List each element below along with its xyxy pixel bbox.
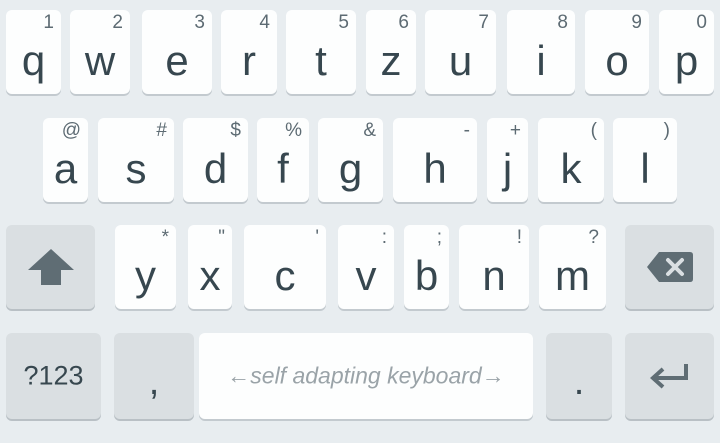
symbols-key-label: ?123 [23,360,84,391]
key-hint: ' [315,227,319,248]
key-o[interactable]: 9 o [585,10,649,94]
key-j[interactable]: + j [487,118,528,202]
key-hint: & [363,120,376,141]
key-hint: 2 [112,12,123,33]
key-label: h [423,145,447,192]
key-hint: ) [663,120,670,141]
key-label: l [640,145,650,192]
key-c[interactable]: ' c [244,225,326,309]
symbols-key[interactable]: ?123 [6,333,101,419]
key-z[interactable]: 6 z [366,10,416,94]
soft-keyboard: 1 q 2 w 3 e 4 r 5 t 6 z 7 u 8 i 9 o 0 p … [0,0,720,443]
comma-key[interactable]: , [114,333,194,419]
key-label: a [53,145,78,192]
key-e[interactable]: 3 e [142,10,212,94]
key-label: p [674,37,699,84]
shift-key[interactable] [6,225,95,309]
shift-arrow-icon [27,249,74,285]
key-hint: 9 [631,12,642,33]
key-hint: # [156,120,167,141]
key-x[interactable]: " x [188,225,232,309]
key-label: d [203,145,228,192]
key-q[interactable]: 1 q [6,10,61,94]
key-hint: 1 [43,12,54,33]
key-label: i [536,37,546,84]
key-hint: ( [590,120,597,141]
key-p[interactable]: 0 p [659,10,714,94]
key-hint: * [161,227,169,248]
key-hint: + [509,120,521,141]
key-b[interactable]: ; b [404,225,449,309]
key-hint: : [381,227,387,248]
key-hint: % [285,120,302,141]
key-label: q [21,37,46,84]
key-t[interactable]: 5 t [286,10,356,94]
key-hint: " [218,227,225,248]
key-hint: ! [516,227,522,248]
backspace-key[interactable] [625,225,714,309]
key-label: y [135,252,156,299]
key-label: x [199,252,221,299]
key-i[interactable]: 8 i [507,10,575,94]
key-label: b [414,252,439,299]
key-hint: @ [61,120,81,141]
key-m[interactable]: ? m [539,225,606,309]
key-hint: ; [436,227,442,248]
key-label: z [380,37,402,84]
key-label: o [605,37,629,84]
key-label: c [274,252,296,299]
key-l[interactable]: ) l [613,118,677,202]
key-label: u [448,37,473,84]
key-hint: 7 [478,12,489,33]
key-h[interactable]: - h [393,118,477,202]
key-hint: $ [230,120,241,141]
key-label: n [482,252,506,299]
key-label: , [148,361,160,403]
space-bar[interactable]: ←self adapting keyboard→ [199,333,533,419]
key-hint: 4 [259,12,270,33]
space-bar-label: ←self adapting keyboard→ [227,362,505,389]
key-label: m [555,252,590,299]
key-label: w [84,37,116,84]
key-y[interactable]: * y [115,225,176,309]
key-n[interactable]: ! n [459,225,529,309]
key-label: g [338,145,363,192]
key-label: t [315,37,327,84]
key-k[interactable]: ( k [538,118,604,202]
key-label: j [502,145,513,192]
backspace-icon [646,252,693,282]
key-label: f [277,145,289,192]
key-u[interactable]: 7 u [425,10,496,94]
key-label: v [355,252,377,299]
key-g[interactable]: & g [318,118,383,202]
period-key[interactable]: . [546,333,612,419]
key-label: k [560,145,582,192]
key-hint: 5 [338,12,349,33]
key-hint: 3 [194,12,205,33]
enter-icon [649,364,688,389]
key-hint: 0 [696,12,707,33]
key-hint: 8 [557,12,568,33]
key-label: r [242,37,256,84]
key-d[interactable]: $ d [183,118,248,202]
key-label: . [573,361,585,403]
key-hint: - [463,120,470,141]
key-w[interactable]: 2 w [70,10,130,94]
key-hint: 6 [398,12,409,33]
key-r[interactable]: 4 r [221,10,277,94]
key-label: s [125,145,147,192]
key-hint: ? [588,227,599,248]
key-v[interactable]: : v [338,225,394,309]
enter-key[interactable] [625,333,714,419]
key-f[interactable]: % f [257,118,309,202]
key-a[interactable]: @ a [43,118,88,202]
key-s[interactable]: # s [98,118,174,202]
key-label: e [165,37,189,84]
